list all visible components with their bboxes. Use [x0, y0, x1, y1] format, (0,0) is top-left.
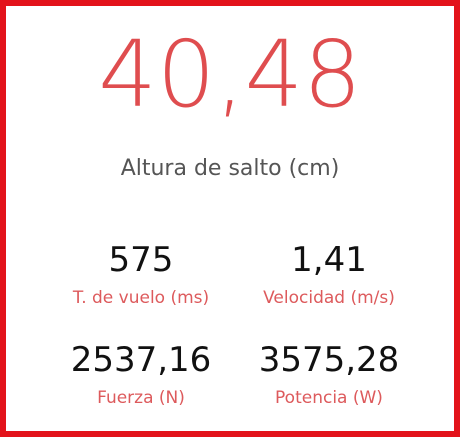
- force-value: 2537,16: [70, 340, 212, 380]
- jump-height-label: Altura de salto (cm): [120, 156, 340, 181]
- velocity-label: Velocidad (m/s): [263, 288, 395, 308]
- power-value: 3575,28: [258, 340, 400, 380]
- velocity-value: 1,41: [291, 240, 367, 280]
- power-stat: 3575,28 Potencia (W): [234, 338, 424, 410]
- flight-time-value: 575: [108, 240, 174, 280]
- jump-height-value: 40,48: [98, 21, 362, 128]
- force-stat: 2537,16 Fuerza (N): [46, 338, 236, 410]
- force-label: Fuerza (N): [97, 388, 185, 408]
- flight-time-stat: 575 T. de vuelo (ms): [46, 238, 236, 310]
- results-card: 40,48 Altura de salto (cm) 575 T. de vue…: [0, 0, 460, 437]
- power-label: Potencia (W): [275, 388, 383, 408]
- velocity-stat: 1,41 Velocidad (m/s): [234, 238, 424, 310]
- flight-time-label: T. de vuelo (ms): [72, 288, 210, 308]
